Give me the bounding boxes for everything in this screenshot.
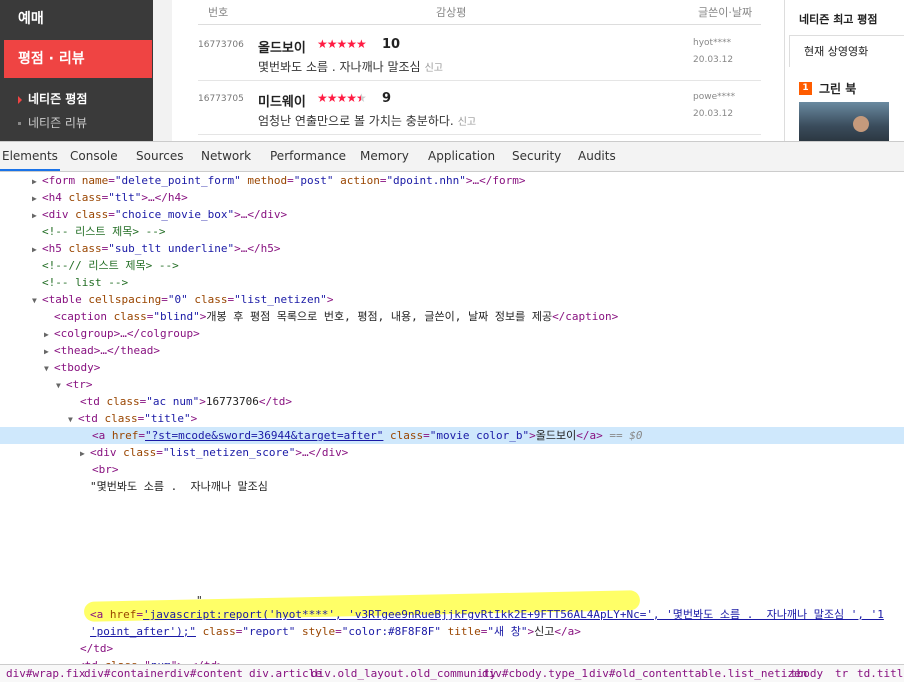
dom-node[interactable]: ▼ <table cellspacing="0" class="list_neti… (0, 291, 904, 308)
breadcrumb-item[interactable]: div#wrap.fix (6, 665, 85, 682)
collapse-triangle-icon[interactable]: ▼ (56, 377, 66, 394)
dom-node[interactable]: ▶ <thead>…</thead> (0, 342, 904, 359)
devtools-tab-bar: Elements Console Sources Network Perform… (0, 142, 904, 172)
dom-node[interactable]: ▶<td class="num">…</td> (0, 657, 904, 664)
expand-triangle-icon[interactable]: ▶ (32, 241, 42, 258)
rank-badge: 1 (799, 82, 812, 95)
tab-application[interactable]: Application (428, 142, 495, 171)
dom-tree: ▶ <form name="delete_point_form" method="… (0, 172, 904, 664)
breadcrumb-item[interactable]: div#content (170, 665, 243, 682)
tab-elements[interactable]: Elements (0, 142, 60, 171)
collapse-triangle-icon[interactable]: ▼ (68, 411, 78, 428)
writer-id[interactable]: hyot**** (693, 38, 731, 48)
review-number: 16773706 (198, 40, 244, 50)
breadcrumb-item[interactable]: tr (835, 665, 848, 682)
best-rating-aside: 네티즌 최고 평점 현재 상영영화 1 그린 북 (784, 0, 904, 141)
aside-movie-title[interactable]: 그린 북 (819, 80, 856, 97)
breadcrumb-item[interactable]: div#cbody.type_1 (482, 665, 588, 682)
devtools-panel: Elements Console Sources Network Perform… (0, 141, 904, 682)
header-writer-date: 글쓴이·날짜 (698, 6, 753, 19)
dom-node[interactable]: ▶ <div class="list_netizen_score">…</div> (0, 444, 904, 461)
collapse-triangle-icon[interactable]: ▼ (44, 360, 54, 377)
table-header: 번호 감상평 글쓴이·날짜 (198, 0, 761, 25)
star-rating-glyphs: ★★★★★ (317, 91, 367, 105)
tab-now-showing[interactable]: 현재 상영영화 (789, 35, 904, 67)
dom-node[interactable]: ▼ <tr> (0, 376, 904, 393)
tab-security[interactable]: Security (512, 142, 561, 171)
webpage-area: 예매 평점 · 리뷰 네티즌 평점 네티즌 리뷰 번호 감상평 글쓴이·날짜 1… (0, 0, 904, 141)
left-nav: 예매 평점 · 리뷰 네티즌 평점 네티즌 리뷰 (0, 0, 172, 141)
review-number: 16773705 (198, 94, 244, 104)
table-row: 16773705 미드웨이 ★★★★★ 9 엄청난 연출만으로 볼 가치는 충분… (198, 82, 761, 135)
dom-node-continued[interactable]: 'point_after');" class="report" style="c… (0, 623, 904, 640)
movie-title-link[interactable]: 올드보이 (258, 37, 306, 56)
dom-comment[interactable]: <!-- list --> (0, 274, 904, 291)
review-text-body: 엄청난 연출만으로 볼 가치는 충분하다. (258, 114, 454, 128)
expand-triangle-icon[interactable]: ▶ (32, 173, 42, 190)
nav-netizen-review-label: 네티즌 리뷰 (28, 116, 88, 130)
nav-reservation[interactable]: 예매 (0, 0, 153, 38)
tab-network[interactable]: Network (201, 142, 251, 171)
report-link[interactable]: 신고 (425, 63, 443, 74)
breadcrumb-item[interactable]: div#old_content (589, 665, 688, 682)
tab-console[interactable]: Console (70, 142, 118, 171)
dom-node[interactable]: ▶ <div class="choice_movie_box">…</div> (0, 206, 904, 223)
breadcrumb-item[interactable]: div.old_layout.old_community (311, 665, 496, 682)
movie-poster-image[interactable] (799, 102, 889, 141)
dom-node[interactable]: ▼ <td class="title"> (0, 410, 904, 427)
dom-comment[interactable]: <!-- 리스트 제목> --> (0, 223, 904, 240)
tab-audits[interactable]: Audits (578, 142, 616, 171)
dom-node[interactable]: <a href='javascript:report('hyot****', '… (0, 606, 904, 623)
dom-node[interactable]: ▶ <h4 class="tlt">…</h4> (0, 189, 904, 206)
dom-node[interactable]: ▶ <colgroup>…</colgroup> (0, 325, 904, 342)
nav-rating-review[interactable]: 평점 · 리뷰 (4, 40, 152, 78)
expand-triangle-icon[interactable]: ▶ (32, 207, 42, 224)
active-arrow-icon (18, 95, 22, 104)
tab-performance[interactable]: Performance (270, 142, 346, 171)
expand-triangle-icon[interactable]: ▶ (32, 190, 42, 207)
breadcrumb-item[interactable]: tbody (790, 665, 823, 682)
expand-triangle-icon[interactable]: ▶ (44, 326, 54, 343)
dom-node[interactable]: <br> (0, 461, 904, 478)
review-text-body: 몇번봐도 소름 . 자나깨나 말조심 (258, 60, 421, 74)
header-num: 번호 (208, 6, 229, 19)
bullet-icon (18, 122, 21, 125)
dom-node[interactable]: ▼ <tbody> (0, 359, 904, 376)
movie-title-link[interactable]: 미드웨이 (258, 91, 306, 110)
tab-sources[interactable]: Sources (136, 142, 183, 171)
dom-node[interactable]: <td class="ac num">16773706</td> (0, 393, 904, 410)
expand-triangle-icon[interactable]: ▶ (80, 445, 90, 462)
star-rating: ★★★★★ (317, 91, 367, 105)
expand-triangle-icon[interactable]: ▶ (44, 343, 54, 360)
tab-memory[interactable]: Memory (360, 142, 409, 171)
nav-netizen-rating[interactable]: 네티즌 평점 (18, 90, 87, 107)
dom-node[interactable]: ▶ <form name="delete_point_form" method="… (0, 172, 904, 189)
aside-title: 네티즌 최고 평점 (799, 13, 878, 26)
review-text: 몇번봐도 소름 . 자나깨나 말조심 신고 (258, 58, 443, 75)
dom-node[interactable]: ▶ <h5 class="sub_tlt underline">…</h5> (0, 240, 904, 257)
nav-netizen-review[interactable]: 네티즌 리뷰 (18, 114, 87, 131)
nav-netizen-rating-label: 네티즌 평점 (28, 92, 88, 106)
left-nav-dark: 예매 평점 · 리뷰 네티즌 평점 네티즌 리뷰 (0, 0, 153, 141)
table-row: 16773706 올드보이 ★★★★★ 10 몇번봐도 소름 . 자나깨나 말조… (198, 28, 761, 81)
rating-score: 10 (382, 37, 401, 52)
review-date: 20.03.12 (693, 109, 734, 119)
rating-score: 9 (382, 91, 392, 106)
review-date: 20.03.12 (693, 55, 734, 65)
breadcrumb-item[interactable]: td.title (857, 665, 904, 682)
report-link[interactable]: 신고 (458, 117, 476, 128)
breadcrumb-item[interactable]: div#container (84, 665, 170, 682)
writer-id[interactable]: powe**** (693, 92, 735, 102)
dom-text-node[interactable]: "몇번봐도 소름 . 자나깨나 말조심 (0, 478, 904, 495)
dom-node[interactable]: </td> (0, 640, 904, 657)
dom-breadcrumb: div#wrap.fix div#container div#content d… (0, 664, 904, 682)
dom-node-selected[interactable]: <a href="?st=mcode&sword=36944&target=af… (0, 427, 904, 444)
star-rating: ★★★★★ (317, 37, 367, 51)
review-text: 엄청난 연출만으로 볼 가치는 충분하다. 신고 (258, 112, 476, 129)
dom-comment[interactable]: <!--// 리스트 제목> --> (0, 257, 904, 274)
header-review: 감상평 (436, 6, 467, 19)
collapse-triangle-icon[interactable]: ▼ (32, 292, 42, 309)
dom-node[interactable]: <caption class="blind">개봉 후 평점 목록으로 번호, … (0, 308, 904, 325)
